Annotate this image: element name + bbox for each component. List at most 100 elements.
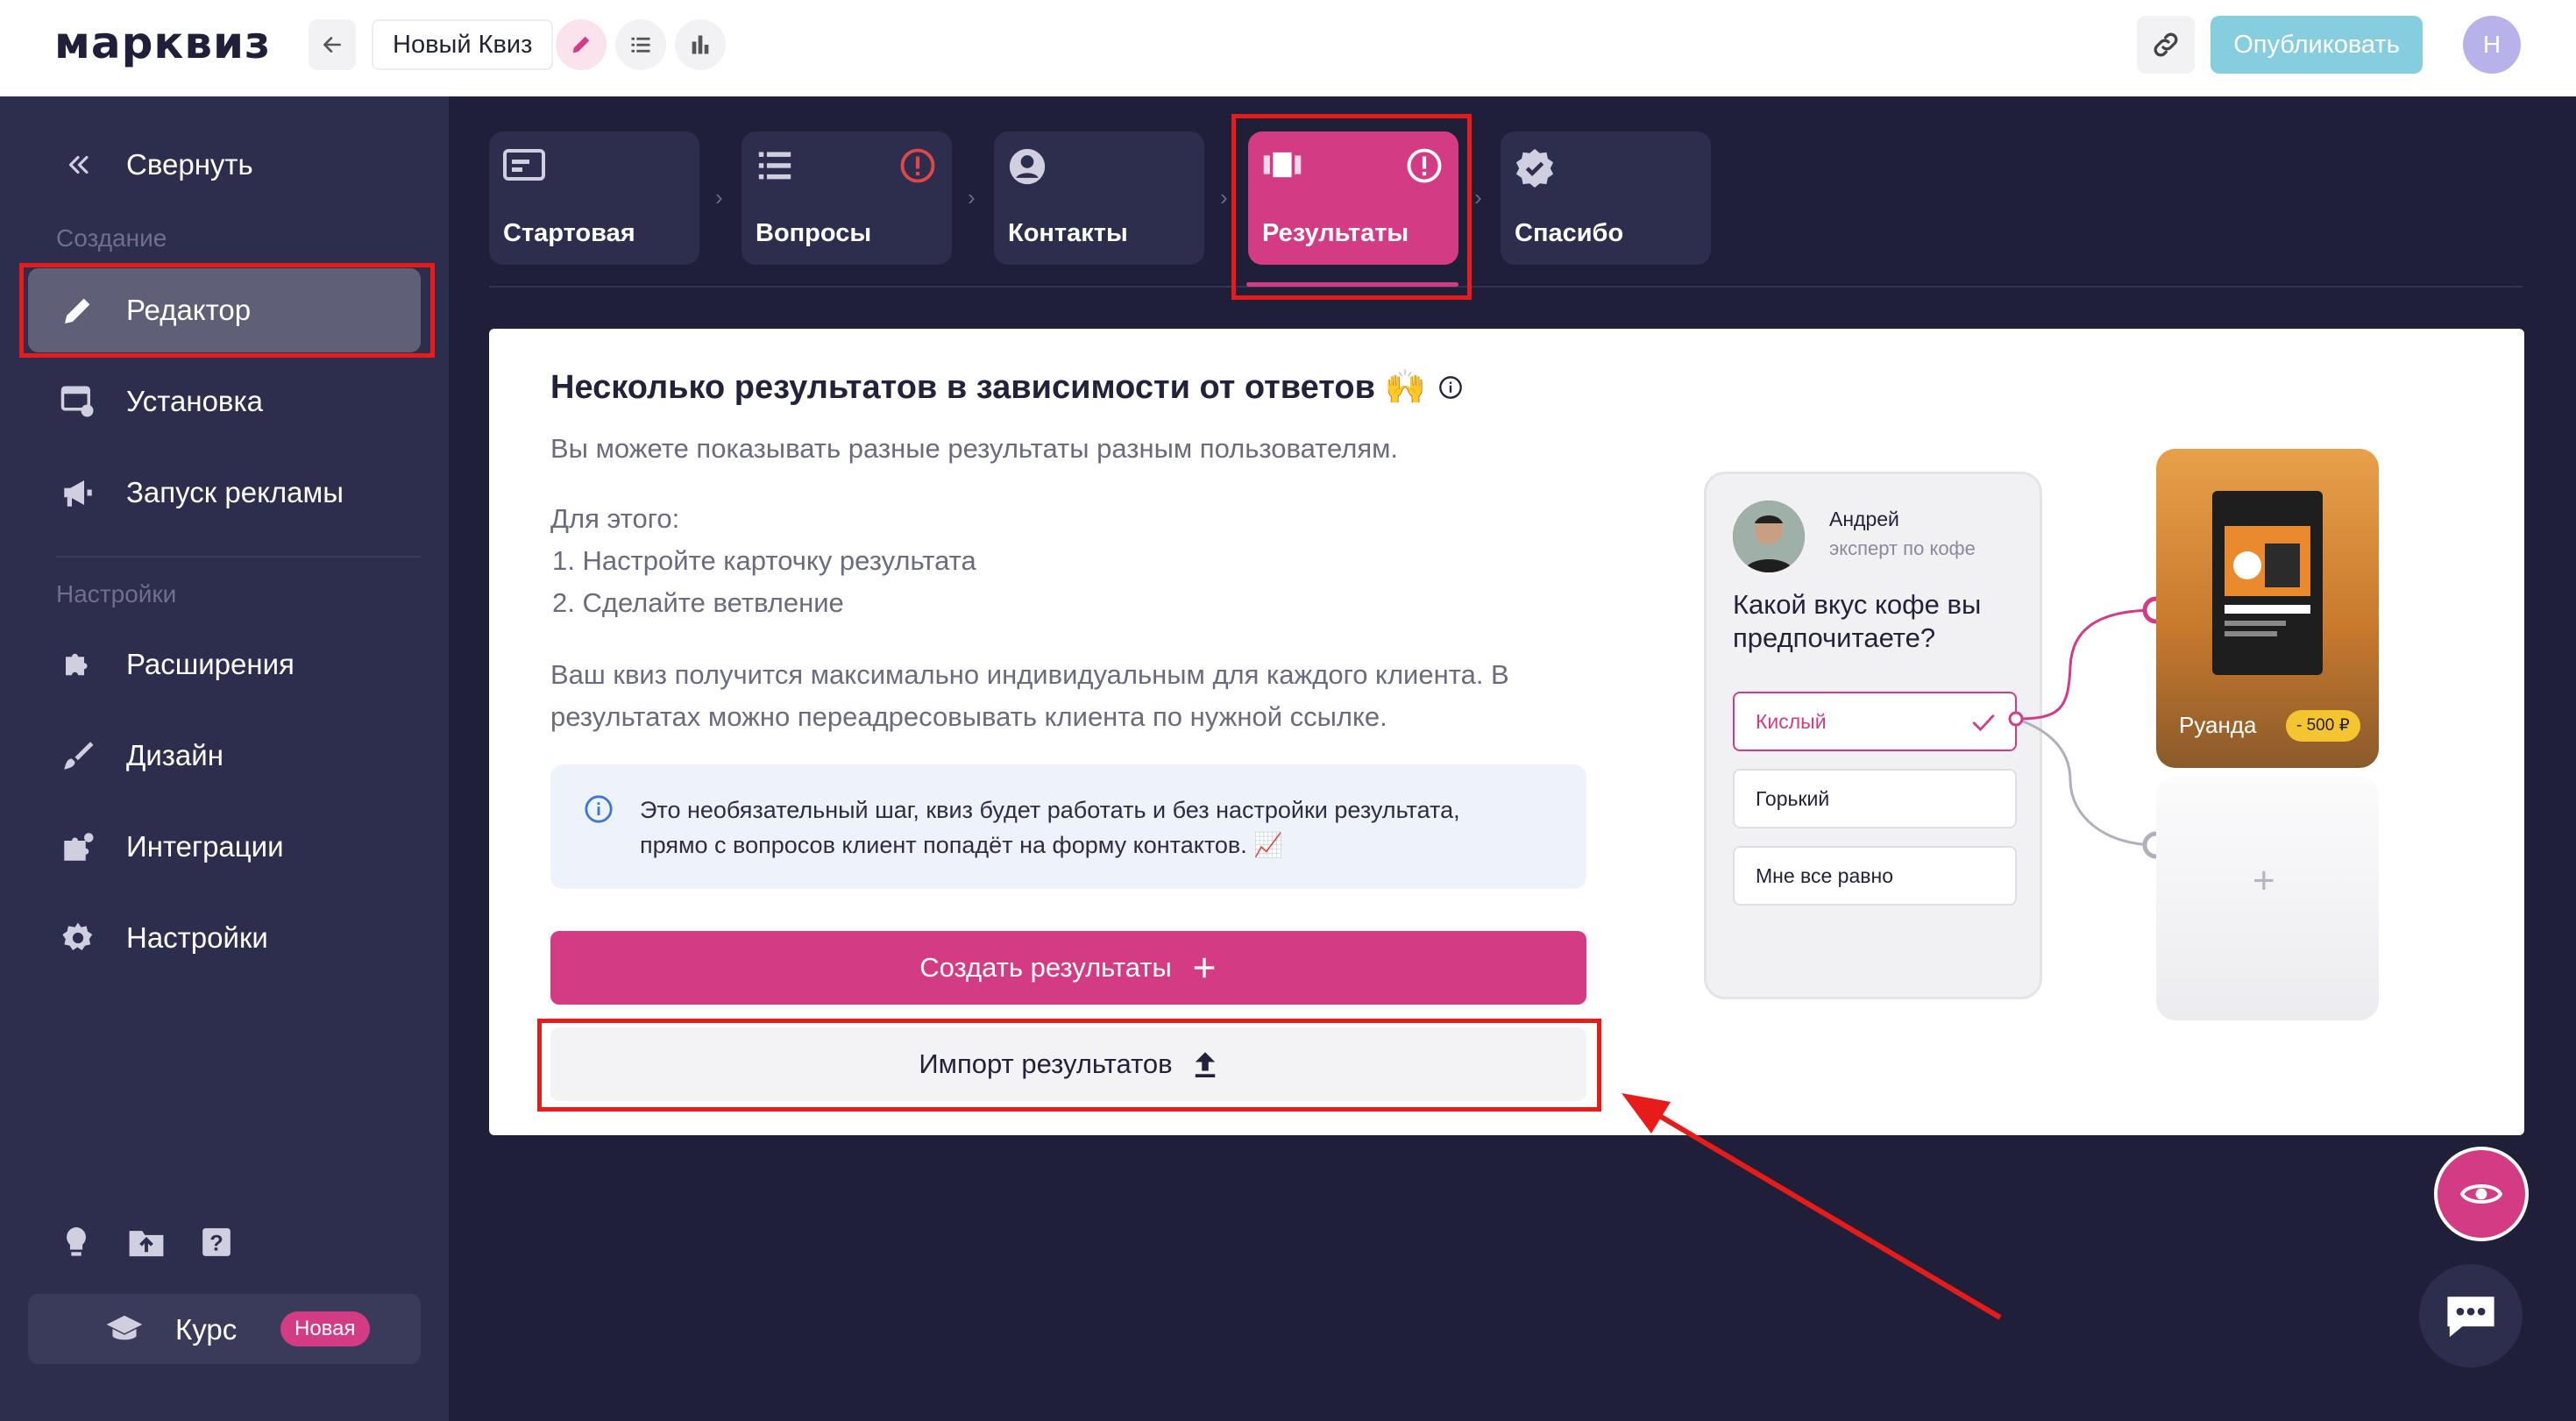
course-label: Курс <box>175 1313 238 1346</box>
expert-role: эксперт по кофе <box>1829 537 1976 559</box>
copy-link-button[interactable] <box>2137 16 2195 74</box>
preview-button[interactable] <box>2434 1147 2529 1241</box>
sidebar-item-label: Настройки <box>126 921 268 954</box>
price-tag: - 500 ₽ <box>2286 710 2360 742</box>
plus-icon: + <box>2253 859 2275 902</box>
expert-name: Андрей <box>1829 508 1899 530</box>
tab-questions[interactable]: Вопросы <box>742 131 952 265</box>
chevron-right-icon: › <box>715 184 723 210</box>
steps-intro: Для этого: <box>550 503 680 534</box>
gear-icon <box>58 918 98 958</box>
sidebar-item-settings[interactable]: Настройки <box>28 896 421 980</box>
sidebar-collapse-label: Свернуть <box>126 148 253 181</box>
tab-label: Стартовая <box>503 219 635 247</box>
annotation-box-import <box>537 1019 1601 1112</box>
sidebar-item-install[interactable]: Установка <box>28 359 421 444</box>
integration-icon <box>58 827 98 867</box>
screen-icon <box>503 147 545 182</box>
note-line-1: Это необязательный шаг, квиз будет работ… <box>640 797 1460 823</box>
install-icon <box>58 381 98 422</box>
create-results-button[interactable]: Создать результаты <box>550 931 1586 1005</box>
verified-badge-icon <box>1515 147 1555 188</box>
option-label: Мне все равно <box>1756 864 1893 887</box>
product-name: Руанда <box>2179 712 2257 738</box>
app-logo[interactable]: марквиз <box>54 18 271 68</box>
tab-label: Контакты <box>1008 219 1128 247</box>
sidebar-item-label: Дизайн <box>126 739 224 771</box>
sidebar-item-integrations[interactable]: Интеграции <box>28 805 421 889</box>
quiz-preview-illustration: Андрей эксперт по кофе Какой вкус кофе в… <box>1704 472 2042 999</box>
option-label: Горький <box>1756 787 1830 810</box>
list-view-button[interactable] <box>615 19 666 70</box>
folder-upload-icon[interactable] <box>126 1222 167 1262</box>
instruction-step-1: 1. Настройте карточку результата <box>552 545 976 576</box>
info-note: Это необязательный шаг, квиз будет работ… <box>550 764 1586 889</box>
double-chevron-left-icon <box>58 145 98 185</box>
quiz-name-field[interactable]: Новый Квиз <box>372 19 554 70</box>
subtitle: Вы можете показывать разные результаты р… <box>550 433 1399 464</box>
svg-text:?: ? <box>209 1232 223 1256</box>
check-icon <box>1972 714 1995 732</box>
option-label: Кислый <box>1756 710 1827 733</box>
instruction-step-2: 2. Сделайте ветвление <box>552 587 844 618</box>
description-line-2: результатах можно переадресовывать клиен… <box>550 701 1387 732</box>
tab-label: Спасибо <box>1515 219 1624 247</box>
link-icon <box>2154 32 2178 57</box>
sidebar-item-label: Установка <box>126 385 263 417</box>
sidebar-item-label: Запуск рекламы <box>126 476 344 508</box>
stats-button[interactable] <box>675 19 726 70</box>
note-line-2: прямо с вопросов клиент попадёт на форму… <box>640 832 1283 858</box>
tab-thanks[interactable]: Спасибо <box>1501 131 1711 265</box>
course-button[interactable]: Курс Новая <box>28 1294 421 1364</box>
user-avatar[interactable]: Н <box>2463 16 2521 74</box>
tab-start[interactable]: Стартовая <box>489 131 699 265</box>
megaphone-icon <box>58 472 98 513</box>
annotation-arrow <box>1622 1093 2002 1320</box>
back-button[interactable] <box>309 19 356 70</box>
tab-contacts[interactable]: Контакты <box>994 131 1204 265</box>
warning-icon <box>899 147 936 184</box>
chevron-right-icon: › <box>1474 184 1482 210</box>
edit-mode-button[interactable] <box>556 19 607 70</box>
annotation-box-results-tab <box>1231 114 1472 300</box>
info-icon[interactable] <box>1438 375 1463 400</box>
user-circle-icon <box>1008 147 1047 186</box>
sidebar-collapse[interactable]: Свернуть <box>28 123 421 207</box>
info-icon <box>584 794 614 824</box>
result-product-card: Руанда - 500 ₽ <box>2156 449 2379 768</box>
page-title: Несколько результатов в зависимости от о… <box>550 368 1463 407</box>
new-badge: Новая <box>280 1311 370 1346</box>
list-icon <box>756 147 794 182</box>
preview-question: Какой вкус кофе вы предпочитаете? <box>1733 589 1982 653</box>
chat-support-button[interactable] <box>2419 1264 2523 1368</box>
publish-button[interactable]: Опубликовать <box>2211 16 2423 74</box>
preview-option: Горький <box>1733 769 2017 828</box>
section-create-label: Создание <box>56 224 167 252</box>
preview-option: Мне все равно <box>1733 846 2017 906</box>
puzzle-plus-icon <box>58 644 98 685</box>
sidebar-item-label: Интеграции <box>126 830 284 863</box>
expert-avatar <box>1733 501 1805 572</box>
list-icon <box>631 37 650 53</box>
preview-option-selected: Кислый <box>1733 692 2017 751</box>
arrow-left-icon <box>323 37 341 53</box>
annotation-box-editor <box>19 263 435 358</box>
sidebar-item-extensions[interactable]: Расширения <box>28 622 421 707</box>
brush-icon <box>58 735 98 776</box>
sidebar-divider <box>56 556 421 558</box>
sidebar-item-design[interactable]: Дизайн <box>28 714 421 798</box>
sidebar-item-ads[interactable]: Запуск рекламы <box>28 451 421 535</box>
chevron-right-icon: › <box>968 184 976 210</box>
title-text: Несколько результатов в зависимости от о… <box>550 369 1426 406</box>
pencil-icon <box>572 36 590 53</box>
tabs-divider <box>489 286 2523 288</box>
section-settings-label: Настройки <box>56 580 177 607</box>
chat-icon <box>2447 1297 2494 1338</box>
coffee-bag-image <box>2212 491 2323 675</box>
create-results-label: Создать результаты <box>919 952 1172 983</box>
sidebar-item-label: Расширения <box>126 648 295 680</box>
lightbulb-icon[interactable] <box>56 1222 96 1262</box>
help-icon[interactable]: ? <box>196 1222 237 1262</box>
top-bar: марквиз Новый Квиз Опубликовать Н <box>0 0 2576 96</box>
graduation-cap-icon <box>105 1311 144 1346</box>
